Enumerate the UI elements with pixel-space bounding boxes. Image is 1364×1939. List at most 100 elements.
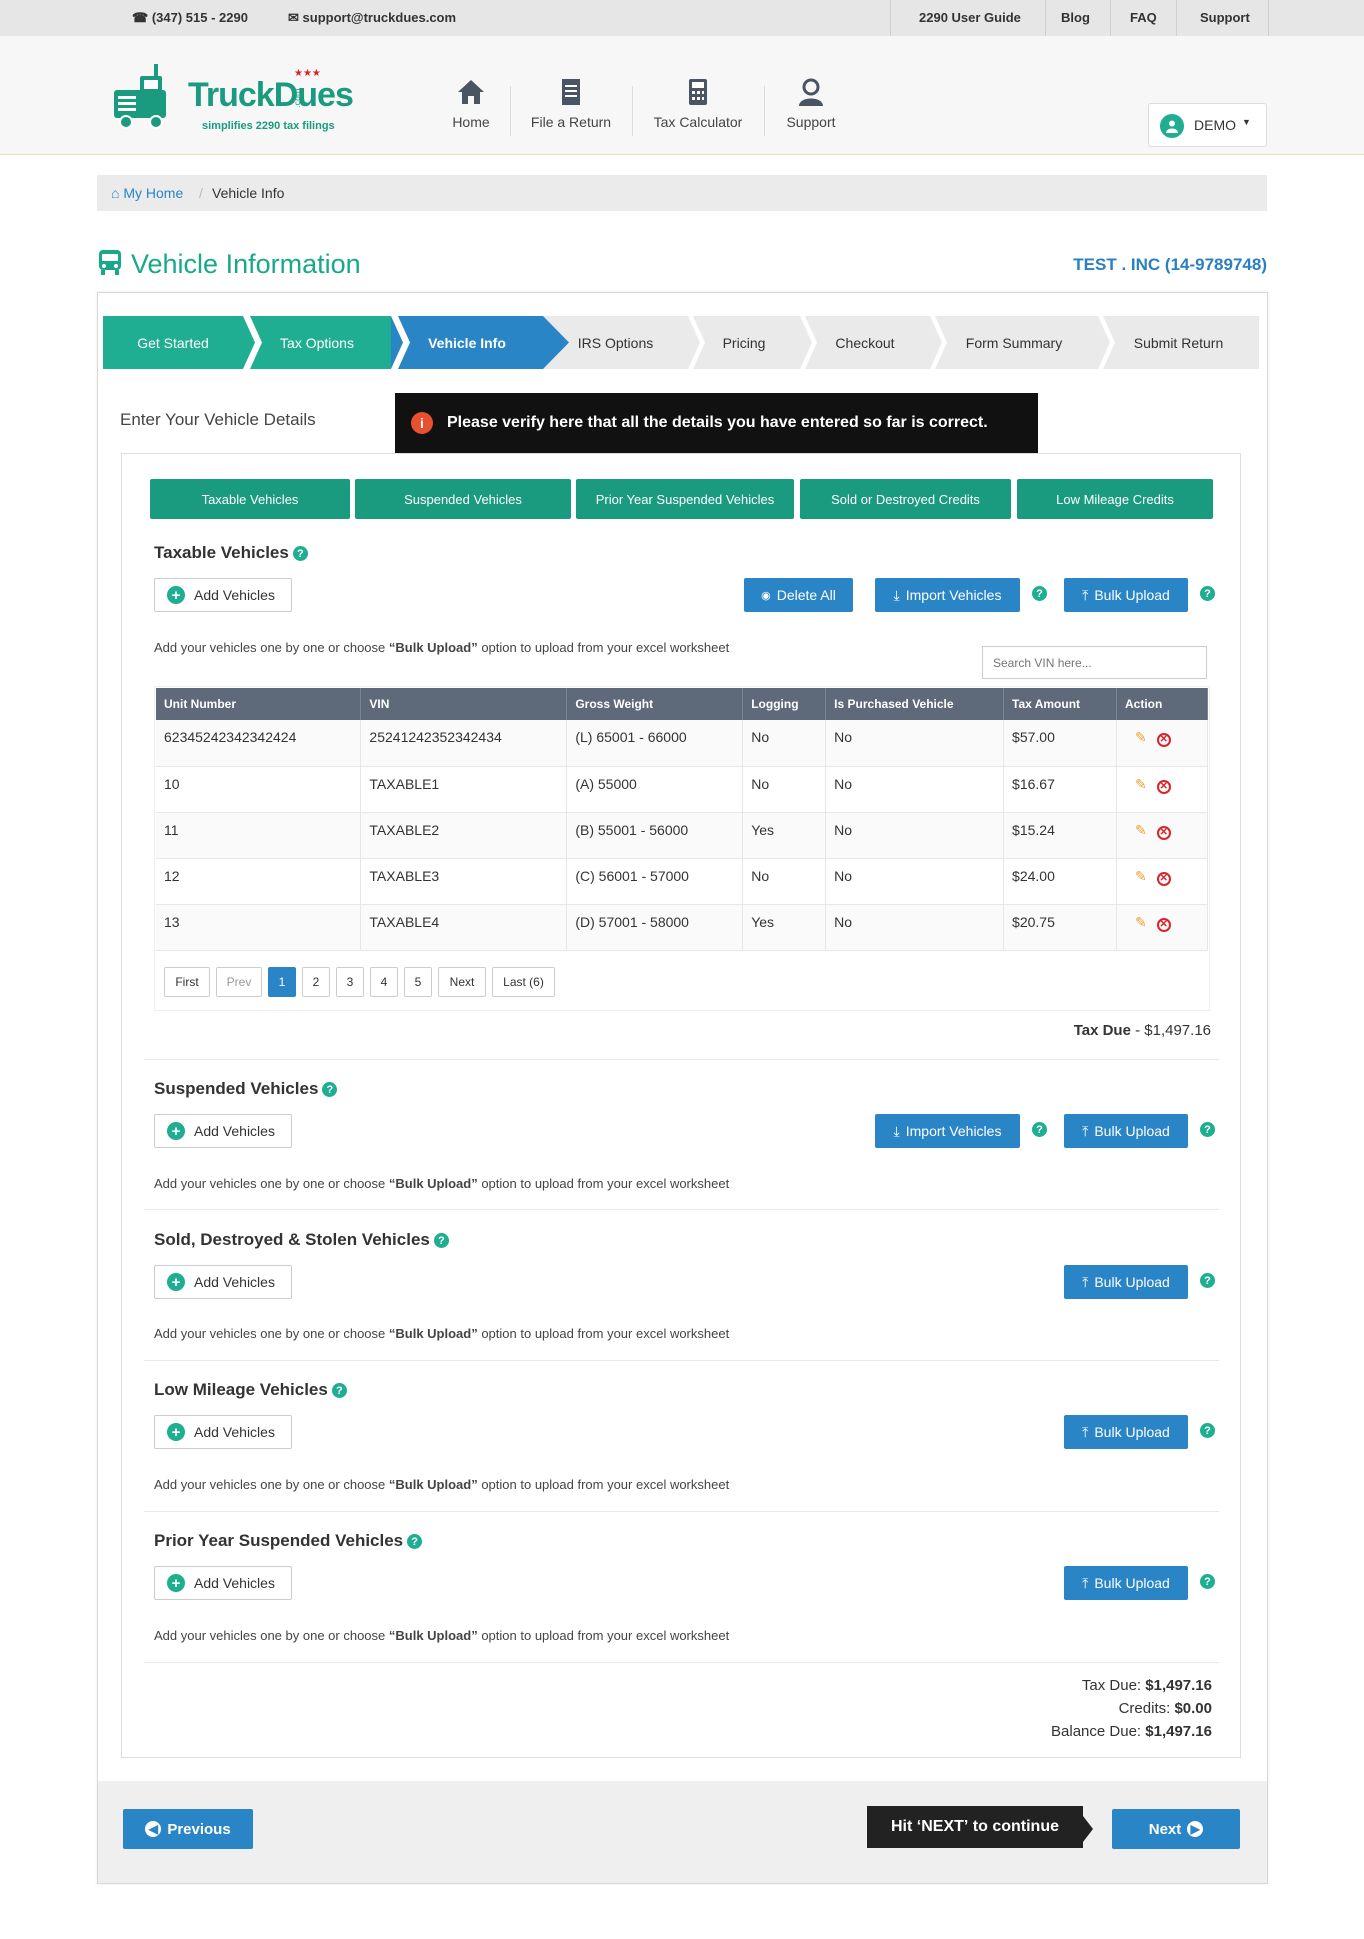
delete-icon[interactable]: ✕ bbox=[1156, 871, 1171, 886]
plus-icon: + bbox=[167, 1273, 185, 1291]
plus-icon: + bbox=[167, 1423, 185, 1441]
edit-icon[interactable]: ✎ bbox=[1135, 822, 1147, 838]
divider bbox=[144, 1209, 1219, 1210]
delete-icon[interactable]: ✕ bbox=[1156, 917, 1171, 932]
add-taxable-button[interactable]: + Add Vehicles bbox=[154, 578, 292, 612]
previous-button[interactable]: ◀ Previous bbox=[123, 1809, 253, 1849]
page-title: Vehicle Information bbox=[97, 248, 361, 280]
column-header[interactable]: Is Purchased Vehicle bbox=[825, 688, 1005, 720]
divider bbox=[1045, 0, 1046, 36]
help-icon[interactable]: ? bbox=[1200, 1574, 1215, 1589]
suspended-hint: Add your vehicles one by one or choose “… bbox=[154, 1176, 729, 1191]
edit-icon[interactable]: ✎ bbox=[1135, 914, 1147, 930]
next-button[interactable]: Next ▶ bbox=[1112, 1809, 1240, 1849]
help-icon[interactable]: ? bbox=[1032, 586, 1047, 601]
email-contact[interactable]: ✉ support@truckdues.com bbox=[288, 10, 456, 26]
column-header[interactable]: VIN bbox=[360, 688, 568, 720]
delete-icon[interactable]: ✕ bbox=[1156, 779, 1171, 794]
pager-prev[interactable]: Prev bbox=[216, 967, 262, 997]
help-icon[interactable]: ? bbox=[331, 1383, 347, 1399]
import-taxable-button[interactable]: ⤓ Import Vehicles bbox=[875, 578, 1020, 612]
phone-contact[interactable]: ☎ (347) 515 - 2290 bbox=[132, 10, 248, 26]
help-icon[interactable]: ? bbox=[1200, 1273, 1215, 1288]
sold-title-text: Sold, Destroyed & Stolen Vehicles bbox=[154, 1230, 430, 1249]
nav-home[interactable]: Home bbox=[445, 76, 497, 130]
gross-weight-cell: (B) 55001 - 56000 bbox=[566, 812, 744, 859]
column-header[interactable]: Gross Weight bbox=[566, 688, 744, 720]
pager-page-4[interactable]: 4 bbox=[370, 967, 398, 997]
edit-icon[interactable]: ✎ bbox=[1135, 729, 1147, 745]
help-icon[interactable]: ? bbox=[407, 1534, 423, 1550]
hint-bold: “Bulk Upload” bbox=[388, 640, 478, 655]
pager-first[interactable]: First bbox=[164, 967, 210, 997]
nav-file-return[interactable]: File a Return bbox=[528, 76, 614, 130]
nav-tax-calculator[interactable]: Tax Calculator bbox=[650, 76, 746, 130]
edit-icon[interactable]: ✎ bbox=[1135, 868, 1147, 884]
import-suspended-button[interactable]: ⤓ Import Vehicles bbox=[875, 1114, 1020, 1148]
help-icon[interactable]: ? bbox=[292, 546, 308, 562]
purchased-cell: No bbox=[825, 720, 1005, 767]
add-prior-year-button[interactable]: + Add Vehicles bbox=[154, 1566, 292, 1600]
pager-last[interactable]: Last (6) bbox=[492, 967, 555, 997]
pager-page-3[interactable]: 3 bbox=[336, 967, 364, 997]
bulk-upload-sold-button[interactable]: ⤒ Bulk Upload bbox=[1064, 1265, 1188, 1299]
tab-prior-year-suspended[interactable]: Prior Year Suspended Vehicles bbox=[576, 479, 794, 519]
help-icon[interactable]: ? bbox=[433, 1233, 449, 1249]
bulk-upload-label: Bulk Upload bbox=[1094, 1274, 1170, 1290]
breadcrumb-home-label: My Home bbox=[123, 185, 184, 201]
pager-page-5[interactable]: 5 bbox=[404, 967, 432, 997]
nav-home-label: Home bbox=[452, 114, 490, 130]
hit-next-tooltip: Hit ‘NEXT’ to continue bbox=[867, 1806, 1083, 1848]
edit-icon[interactable]: ✎ bbox=[1135, 776, 1147, 792]
help-icon[interactable]: ? bbox=[1032, 1122, 1047, 1137]
add-label: Add Vehicles bbox=[194, 587, 275, 603]
bulk-upload-low-mileage-button[interactable]: ⤒ Bulk Upload bbox=[1064, 1415, 1188, 1449]
help-icon[interactable]: ? bbox=[1200, 586, 1215, 601]
pager-next[interactable]: Next bbox=[438, 967, 486, 997]
help-icon[interactable]: ? bbox=[322, 1082, 338, 1098]
hint-text: option to upload from your excel workshe… bbox=[477, 1477, 730, 1492]
pager-page-2[interactable]: 2 bbox=[302, 967, 330, 997]
faq-link[interactable]: FAQ bbox=[1130, 10, 1157, 25]
bulk-upload-prior-year-button[interactable]: ⤒ Bulk Upload bbox=[1064, 1566, 1188, 1600]
add-sold-button[interactable]: + Add Vehicles bbox=[154, 1265, 292, 1299]
tab-suspended-vehicles[interactable]: Suspended Vehicles bbox=[355, 479, 571, 519]
purchased-cell: No bbox=[825, 858, 1005, 905]
hint-text: option to upload from your excel workshe… bbox=[477, 640, 730, 655]
breadcrumb-home[interactable]: ⌂ My Home bbox=[111, 185, 183, 201]
add-suspended-button[interactable]: + Add Vehicles bbox=[154, 1114, 292, 1148]
bulk-upload-taxable-button[interactable]: ⤒ Bulk Upload bbox=[1064, 578, 1188, 612]
bulk-upload-suspended-button[interactable]: ⤒ Bulk Upload bbox=[1064, 1114, 1188, 1148]
logging-cell: No bbox=[742, 766, 827, 813]
user-menu[interactable]: DEMO ▼ bbox=[1148, 103, 1267, 147]
tax-due-value: - $1,497.16 bbox=[1130, 1022, 1211, 1039]
breadcrumb-current: Vehicle Info bbox=[212, 185, 285, 201]
upload-icon: ⤒ bbox=[1082, 1423, 1089, 1440]
support-link[interactable]: Support bbox=[1200, 10, 1250, 25]
delete-all-button[interactable]: ◉ Delete All bbox=[744, 578, 853, 612]
user-guide-link[interactable]: 2290 User Guide bbox=[919, 10, 1021, 25]
tab-low-mileage-credits[interactable]: Low Mileage Credits bbox=[1017, 479, 1213, 519]
help-icon[interactable]: ? bbox=[1200, 1122, 1215, 1137]
truckdues-logo[interactable]: ★★★ .com TruckDues simplifies 2290 tax f… bbox=[110, 56, 370, 136]
delete-icon[interactable]: ✕ bbox=[1156, 825, 1171, 840]
delete-icon[interactable]: ✕ bbox=[1156, 733, 1171, 747]
column-header[interactable]: Logging bbox=[742, 688, 827, 720]
help-icon[interactable]: ? bbox=[1200, 1423, 1215, 1438]
tab-taxable-vehicles[interactable]: Taxable Vehicles bbox=[150, 479, 350, 519]
blog-link[interactable]: Blog bbox=[1061, 10, 1090, 25]
table-row: 62345242342342424 25241242352342434 (L) … bbox=[156, 720, 1209, 767]
column-header[interactable]: Unit Number bbox=[156, 688, 362, 720]
divider bbox=[890, 0, 891, 36]
nav-support[interactable]: Support bbox=[782, 76, 840, 130]
total-label: Credits: bbox=[1118, 1700, 1175, 1717]
bulk-upload-label: Bulk Upload bbox=[1094, 1123, 1170, 1139]
hint-bold: “Bulk Upload” bbox=[388, 1628, 478, 1643]
pager-page-1[interactable]: 1 bbox=[268, 967, 296, 997]
search-vin-input[interactable] bbox=[982, 646, 1207, 679]
add-low-mileage-button[interactable]: + Add Vehicles bbox=[154, 1415, 292, 1449]
column-header[interactable]: Tax Amount bbox=[1003, 688, 1117, 720]
table-row: 12 TAXABLE3 (C) 56001 - 57000 No No $24.… bbox=[156, 858, 1209, 905]
tab-sold-destroyed-credits[interactable]: Sold or Destroyed Credits bbox=[800, 479, 1011, 519]
bus-icon bbox=[99, 250, 121, 275]
